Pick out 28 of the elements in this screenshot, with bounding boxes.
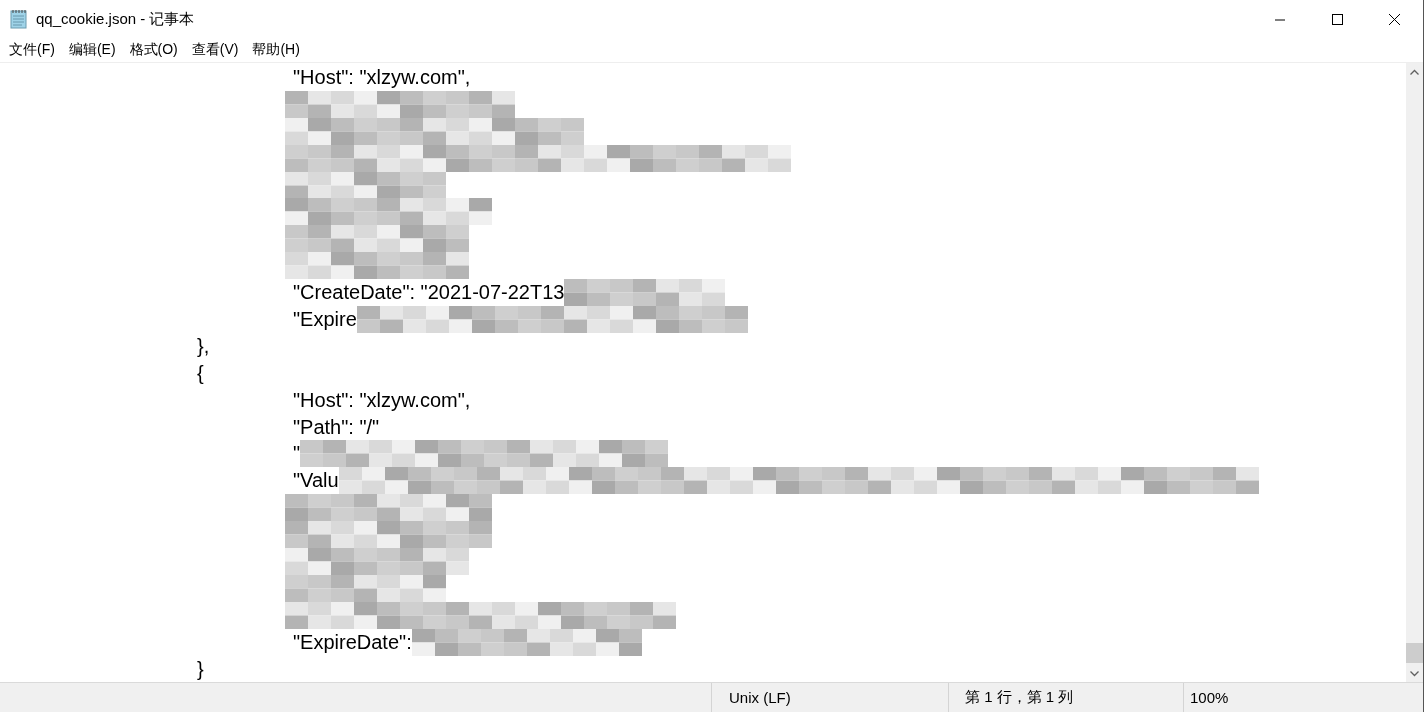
text-editor[interactable]: "Host": "xlzyw.com", "CreateDate": "2021-07-22T13 "Expire }, { "Host": "xlzyw.com", "Path": "/" " "Valu "ExpireDate": } bbox=[0, 63, 1406, 682]
text-line: "Path": "/" bbox=[292, 415, 380, 439]
text-line: " bbox=[292, 442, 301, 466]
window-title: qq_cookie.json - 记事本 bbox=[36, 9, 196, 29]
menu-item[interactable]: 编辑(E) bbox=[61, 38, 123, 62]
menu-item[interactable]: 格式(O) bbox=[122, 38, 185, 62]
text-line: } bbox=[196, 657, 204, 681]
text-line: "Expire bbox=[292, 307, 357, 331]
vertical-scrollbar[interactable] bbox=[1406, 63, 1423, 682]
notepad-icon bbox=[10, 9, 28, 29]
scroll-down-icon[interactable] bbox=[1410, 670, 1419, 677]
close-icon bbox=[1389, 13, 1400, 25]
text-line: "Valu bbox=[292, 469, 339, 493]
text-line: "ExpireDate": bbox=[292, 630, 412, 654]
line-ending-status: Unix (LF) bbox=[711, 683, 948, 712]
menu-item[interactable]: 查看(V) bbox=[184, 38, 246, 62]
menu-item[interactable]: 文件(F) bbox=[2, 38, 62, 62]
text-line: { bbox=[196, 361, 204, 385]
cursor-position-status: 第 1 行，第 1 列 bbox=[948, 683, 1183, 712]
text-line: "Host": "xlzyw.com", bbox=[292, 388, 471, 412]
text-line: }, bbox=[196, 334, 210, 358]
scroll-thumb[interactable] bbox=[1406, 643, 1423, 663]
menu-item[interactable]: 帮助(H) bbox=[245, 38, 307, 62]
text-line: "Host": "xlzyw.com", bbox=[292, 65, 471, 89]
maximize-icon bbox=[1332, 13, 1343, 25]
scroll-up-icon[interactable] bbox=[1410, 68, 1419, 75]
text-line: "CreateDate": "2021-07-22T13 bbox=[292, 281, 565, 305]
zoom-status: 100% bbox=[1183, 683, 1403, 712]
